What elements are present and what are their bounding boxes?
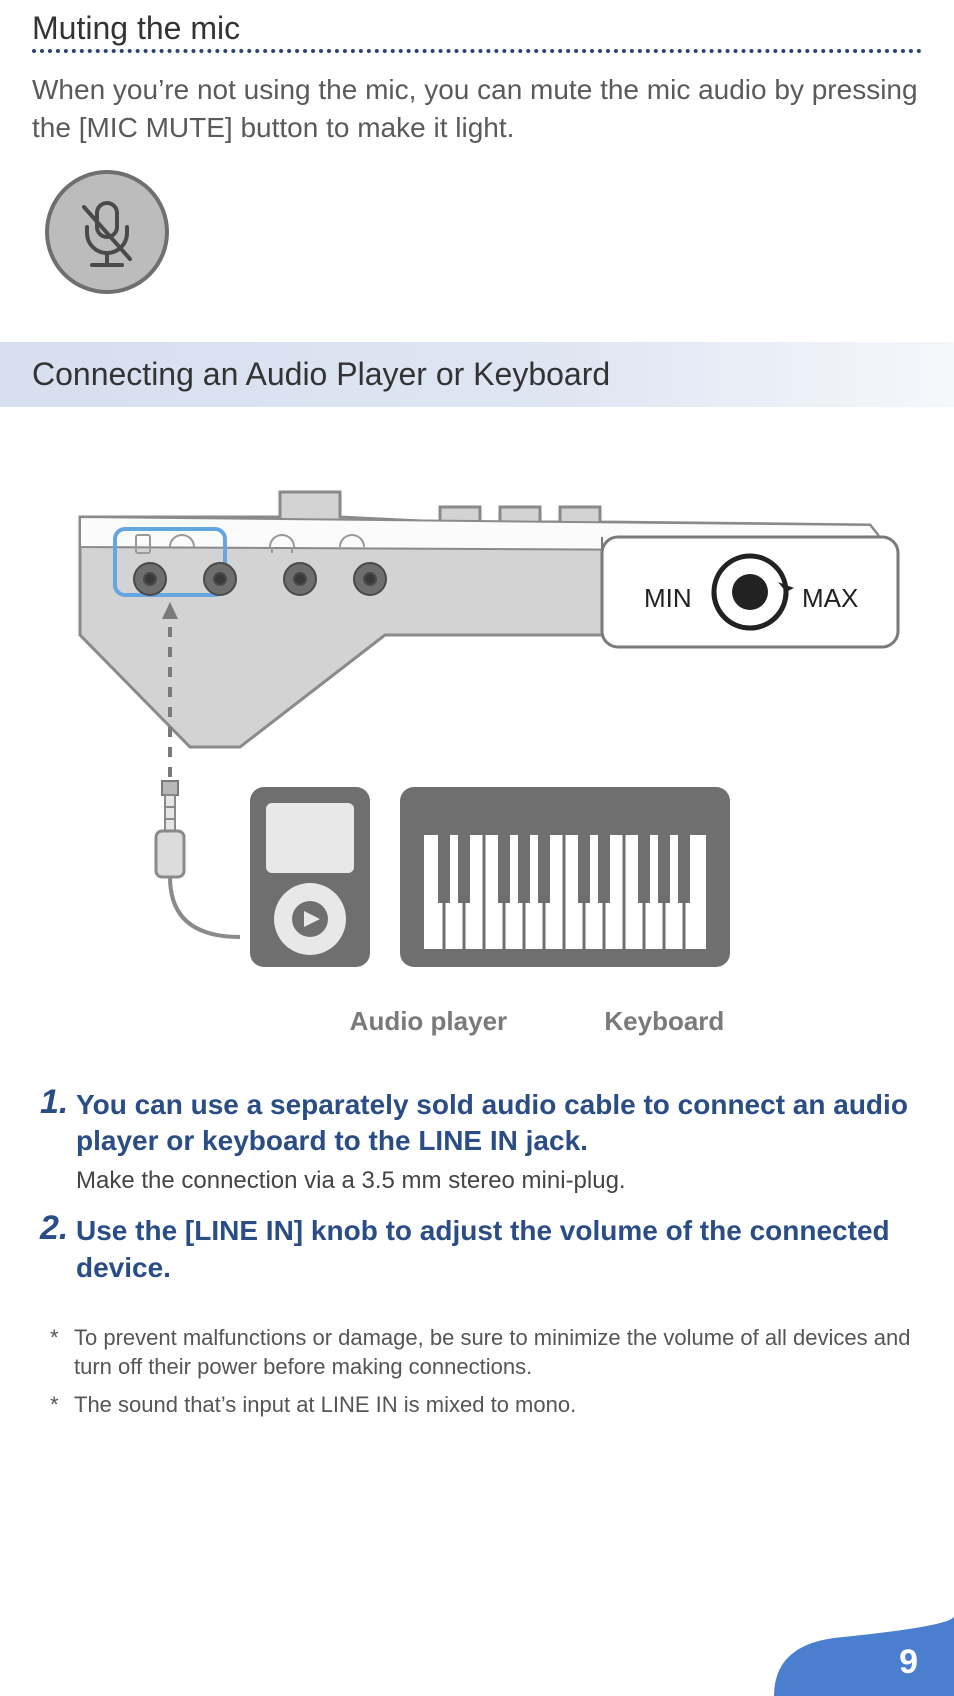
step-1-number: 1. <box>40 1083 68 1122</box>
knob-max-label: MAX <box>802 583 858 613</box>
muting-body-text: When you’re not using the mic, you can m… <box>0 63 954 147</box>
heading-muting: Muting the mic <box>0 10 954 49</box>
connection-diagram: MIN MAX <box>0 407 954 1037</box>
asterisk-icon: * <box>50 1391 59 1420</box>
note-2: * The sound that’s input at LINE IN is m… <box>40 1391 914 1420</box>
line-in-knob-callout: MIN MAX <box>602 537 898 647</box>
audio-player-icon <box>250 787 370 967</box>
mic-mute-icon <box>42 167 172 297</box>
label-audio-player: Audio player <box>350 1006 507 1037</box>
note-1: * To prevent malfunctions or damage, be … <box>40 1324 914 1381</box>
step-1-title: You can use a separately sold audio cabl… <box>76 1087 914 1160</box>
keyboard-icon <box>400 787 730 967</box>
step-2-number: 2. <box>40 1209 68 1248</box>
mic-mute-button-illustration <box>0 147 954 332</box>
page-number: 9 <box>899 1643 918 1682</box>
heading-connecting: Connecting an Audio Player or Keyboard <box>0 342 954 407</box>
note-2-text: The sound that’s input at LINE IN is mix… <box>74 1392 576 1417</box>
note-1-text: To prevent malfunctions or damage, be su… <box>74 1325 910 1379</box>
asterisk-icon: * <box>50 1324 59 1353</box>
page-footer-tab: 9 <box>774 1616 954 1696</box>
step-2: 2. Use the [LINE IN] knob to adjust the … <box>40 1213 914 1286</box>
label-keyboard: Keyboard <box>604 1006 724 1037</box>
audio-plug-icon <box>156 781 240 937</box>
knob-min-label: MIN <box>644 583 692 613</box>
step-1: 1. You can use a separately sold audio c… <box>40 1087 914 1196</box>
step-2-title: Use the [LINE IN] knob to adjust the vol… <box>76 1213 914 1286</box>
dotted-rule <box>32 49 922 53</box>
step-1-sub: Make the connection via a 3.5 mm stereo … <box>76 1159 914 1195</box>
